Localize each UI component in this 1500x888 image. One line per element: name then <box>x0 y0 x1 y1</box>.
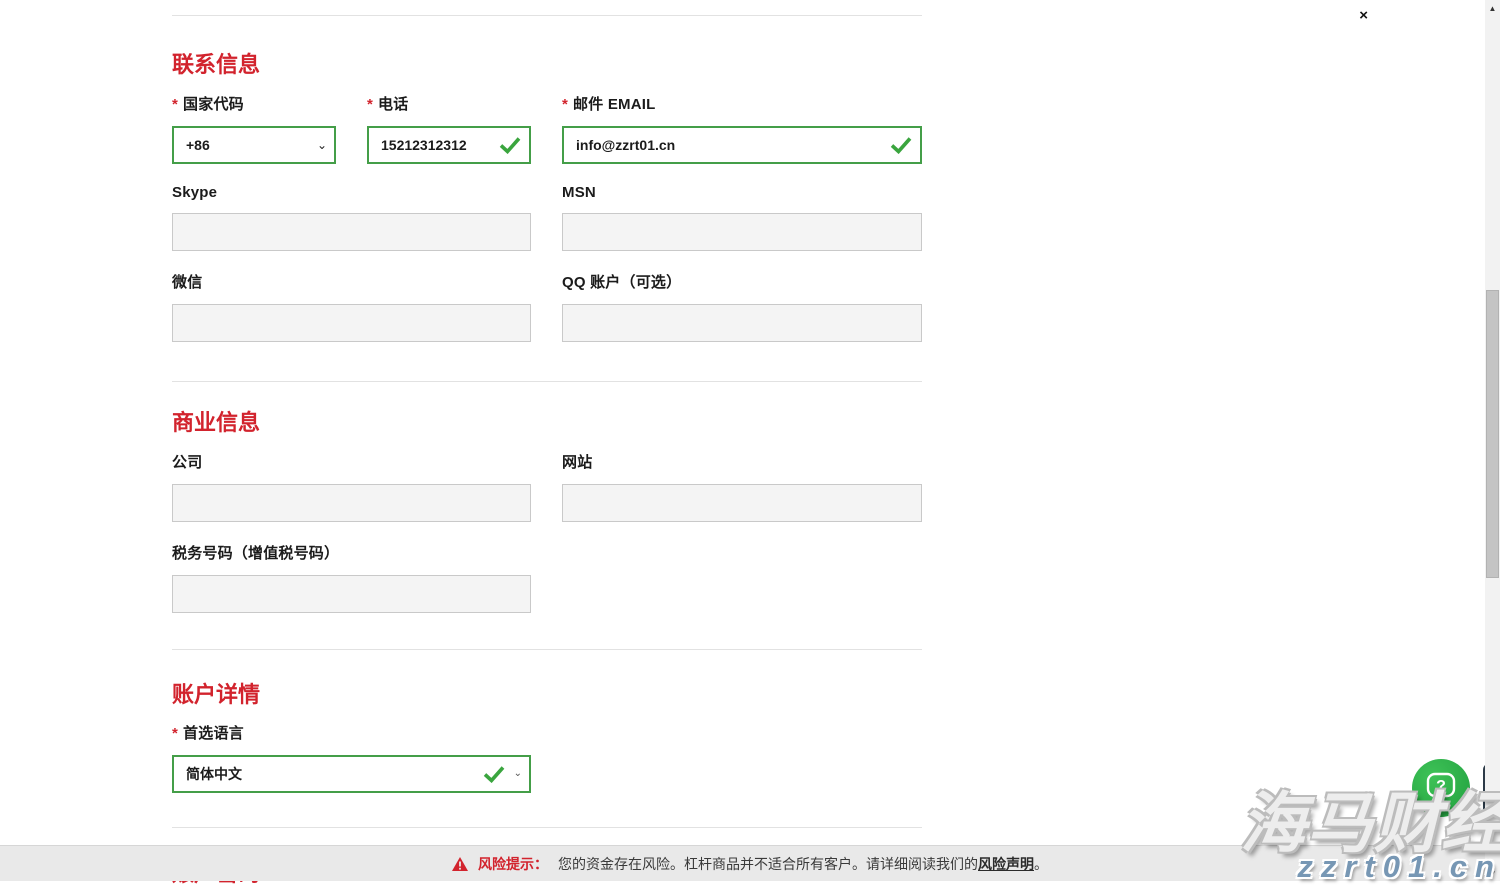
required-asterisk: * <box>562 96 568 113</box>
account-section-title: 账户详情 <box>172 677 922 709</box>
risk-warning-bar: 风险提示： 您的资金存在风险。杠杆商品并不适合所有客户。请详细阅读我们的风险声明… <box>0 845 1500 881</box>
website-input[interactable] <box>562 484 922 522</box>
contact-section-title: 联系信息 <box>172 47 922 79</box>
risk-text: 您的资金存在风险。杠杆商品并不适合所有客户。请详细阅读我们的 <box>558 854 978 874</box>
company-label: 公司 <box>172 451 531 472</box>
skype-input[interactable] <box>172 213 531 251</box>
risk-label: 风险提示： <box>478 854 548 874</box>
required-asterisk: * <box>172 96 178 113</box>
qq-input[interactable] <box>562 304 922 342</box>
phone-input[interactable] <box>367 126 531 164</box>
vertical-scrollbar[interactable]: ▲ ▼ <box>1485 0 1500 881</box>
phone-label: *电话 <box>367 93 531 114</box>
language-label: *首选语言 <box>172 722 531 743</box>
country-code-select[interactable]: +86 <box>172 126 336 164</box>
risk-statement-link[interactable]: 风险声明 <box>978 854 1034 874</box>
wechat-input[interactable] <box>172 304 531 342</box>
language-select[interactable]: 简体中文 <box>172 755 531 793</box>
scroll-down-button[interactable]: ▼ <box>1485 865 1500 881</box>
scrollbar-thumb[interactable] <box>1486 290 1499 578</box>
section-divider <box>172 827 922 828</box>
wechat-label: 微信 <box>172 271 531 292</box>
section-divider <box>172 649 922 650</box>
warning-triangle-icon <box>452 857 468 871</box>
question-bubble-icon: ? <box>1424 771 1458 805</box>
business-section-title: 商业信息 <box>172 405 922 437</box>
country-code-label: *国家代码 <box>172 93 336 114</box>
msn-label: MSN <box>562 184 922 201</box>
section-divider <box>172 15 922 16</box>
email-label: *邮件 EMAIL <box>562 93 922 114</box>
tax-number-input[interactable] <box>172 575 531 613</box>
skype-label: Skype <box>172 184 531 201</box>
tax-number-label: 税务号码（增值税号码） <box>172 542 531 563</box>
scroll-up-button[interactable]: ▲ <box>1485 0 1500 16</box>
required-asterisk: * <box>367 96 373 113</box>
email-input[interactable] <box>562 126 922 164</box>
close-icon[interactable]: × <box>1359 8 1368 23</box>
company-input[interactable] <box>172 484 531 522</box>
svg-text:?: ? <box>1436 778 1446 795</box>
required-asterisk: * <box>172 725 178 742</box>
help-chat-button[interactable]: ? <box>1412 759 1470 817</box>
msn-input[interactable] <box>562 213 922 251</box>
website-label: 网站 <box>562 451 922 472</box>
risk-text-suffix: 。 <box>1034 854 1048 874</box>
qq-label: QQ 账户（可选） <box>562 271 922 292</box>
registration-form: 联系信息 *国家代码 +86 ⌄ *电话 *邮件 EMAIL <box>172 0 922 888</box>
section-divider <box>172 381 922 382</box>
